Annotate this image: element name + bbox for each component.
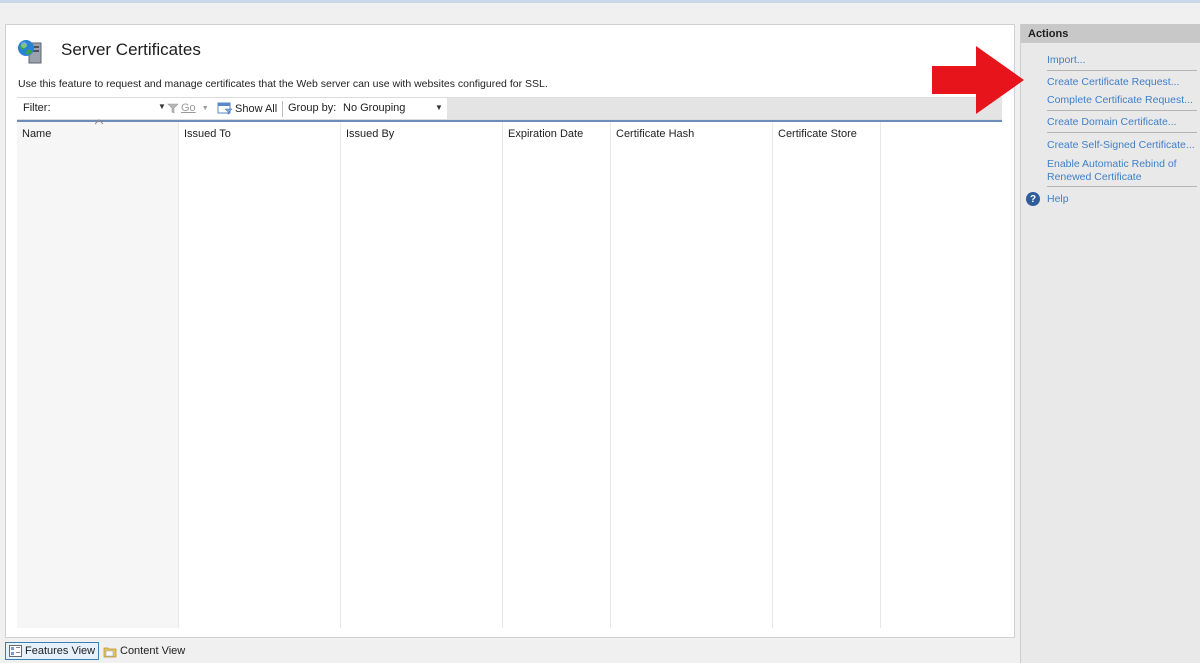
- actions-header: Actions: [1021, 24, 1200, 43]
- column-header-issued-by[interactable]: Issued By: [346, 128, 394, 140]
- complete-certificate-request-action[interactable]: Complete Certificate Request...: [1047, 94, 1199, 107]
- filter-toolbar: Filter: ▼ Go ▼ Show All Group by: No Gro…: [17, 97, 1002, 120]
- show-all-label: Show All: [235, 102, 278, 115]
- column-header-issued-to[interactable]: Issued To: [184, 128, 231, 140]
- certificates-list[interactable]: Name Issued To Issued By Expiration Date…: [17, 119, 1002, 628]
- feature-panel: Server Certificates Use this feature to …: [5, 24, 1015, 638]
- column-divider: [178, 122, 179, 628]
- group-by-label: Group by:: [288, 102, 337, 114]
- filter-funnel-icon: [167, 103, 179, 113]
- column-divider: [880, 122, 881, 628]
- features-view-icon: [9, 645, 22, 657]
- window-top-border: [0, 0, 1200, 3]
- actions-pane: Actions Import... Create Certificate Req…: [1020, 24, 1200, 663]
- actions-separator: [1047, 132, 1197, 133]
- callout-arrow-icon: [932, 46, 1024, 114]
- show-all-icon: [217, 102, 233, 115]
- column-header-expiration-date[interactable]: Expiration Date: [508, 128, 583, 140]
- enable-automatic-rebind-action[interactable]: Enable Automatic Rebind of Renewed Certi…: [1047, 158, 1187, 184]
- filter-dropdown-arrow-icon[interactable]: ▼: [158, 102, 166, 111]
- column-divider: [772, 122, 773, 628]
- create-self-signed-certificate-action[interactable]: Create Self-Signed Certificate...: [1047, 139, 1199, 152]
- column-divider: [502, 122, 503, 628]
- actions-separator: [1047, 186, 1197, 187]
- chevron-down-icon: ▼: [435, 103, 443, 112]
- sort-ascending-icon: [95, 119, 103, 125]
- group-by-select[interactable]: No Grouping ▼: [339, 99, 447, 118]
- column-header-certificate-store[interactable]: Certificate Store: [778, 128, 857, 140]
- toolbar-background: [447, 98, 1002, 119]
- page-description: Use this feature to request and manage c…: [18, 78, 548, 90]
- toolbar-separator: [282, 101, 283, 117]
- content-view-tab[interactable]: Content View: [100, 642, 188, 660]
- go-label: Go: [181, 102, 196, 114]
- help-action[interactable]: Help: [1047, 193, 1199, 206]
- group-by-value: No Grouping: [343, 102, 406, 114]
- features-view-tab[interactable]: Features View: [5, 642, 100, 660]
- filter-label: Filter:: [23, 102, 51, 114]
- column-header-name[interactable]: Name: [22, 128, 51, 140]
- filter-input[interactable]: [53, 100, 163, 117]
- sorted-column-shade: [17, 122, 178, 628]
- go-button[interactable]: Go ▼: [167, 102, 209, 114]
- help-icon[interactable]: ?: [1026, 192, 1040, 206]
- go-dropdown-arrow-icon: ▼: [201, 104, 209, 112]
- column-divider: [610, 122, 611, 628]
- import-action[interactable]: Import...: [1047, 54, 1199, 67]
- show-all-button[interactable]: Show All: [217, 102, 277, 115]
- features-view-label: Features View: [25, 645, 96, 657]
- create-domain-certificate-action[interactable]: Create Domain Certificate...: [1047, 116, 1199, 129]
- server-certificates-icon: [18, 40, 42, 64]
- content-view-icon: [103, 647, 117, 657]
- actions-separator: [1047, 110, 1197, 111]
- actions-separator: [1047, 70, 1197, 71]
- column-header-certificate-hash[interactable]: Certificate Hash: [616, 128, 694, 140]
- content-view-label: Content View: [120, 645, 186, 657]
- column-divider: [340, 122, 341, 628]
- create-certificate-request-action[interactable]: Create Certificate Request...: [1047, 76, 1199, 89]
- page-title: Server Certificates: [61, 40, 201, 59]
